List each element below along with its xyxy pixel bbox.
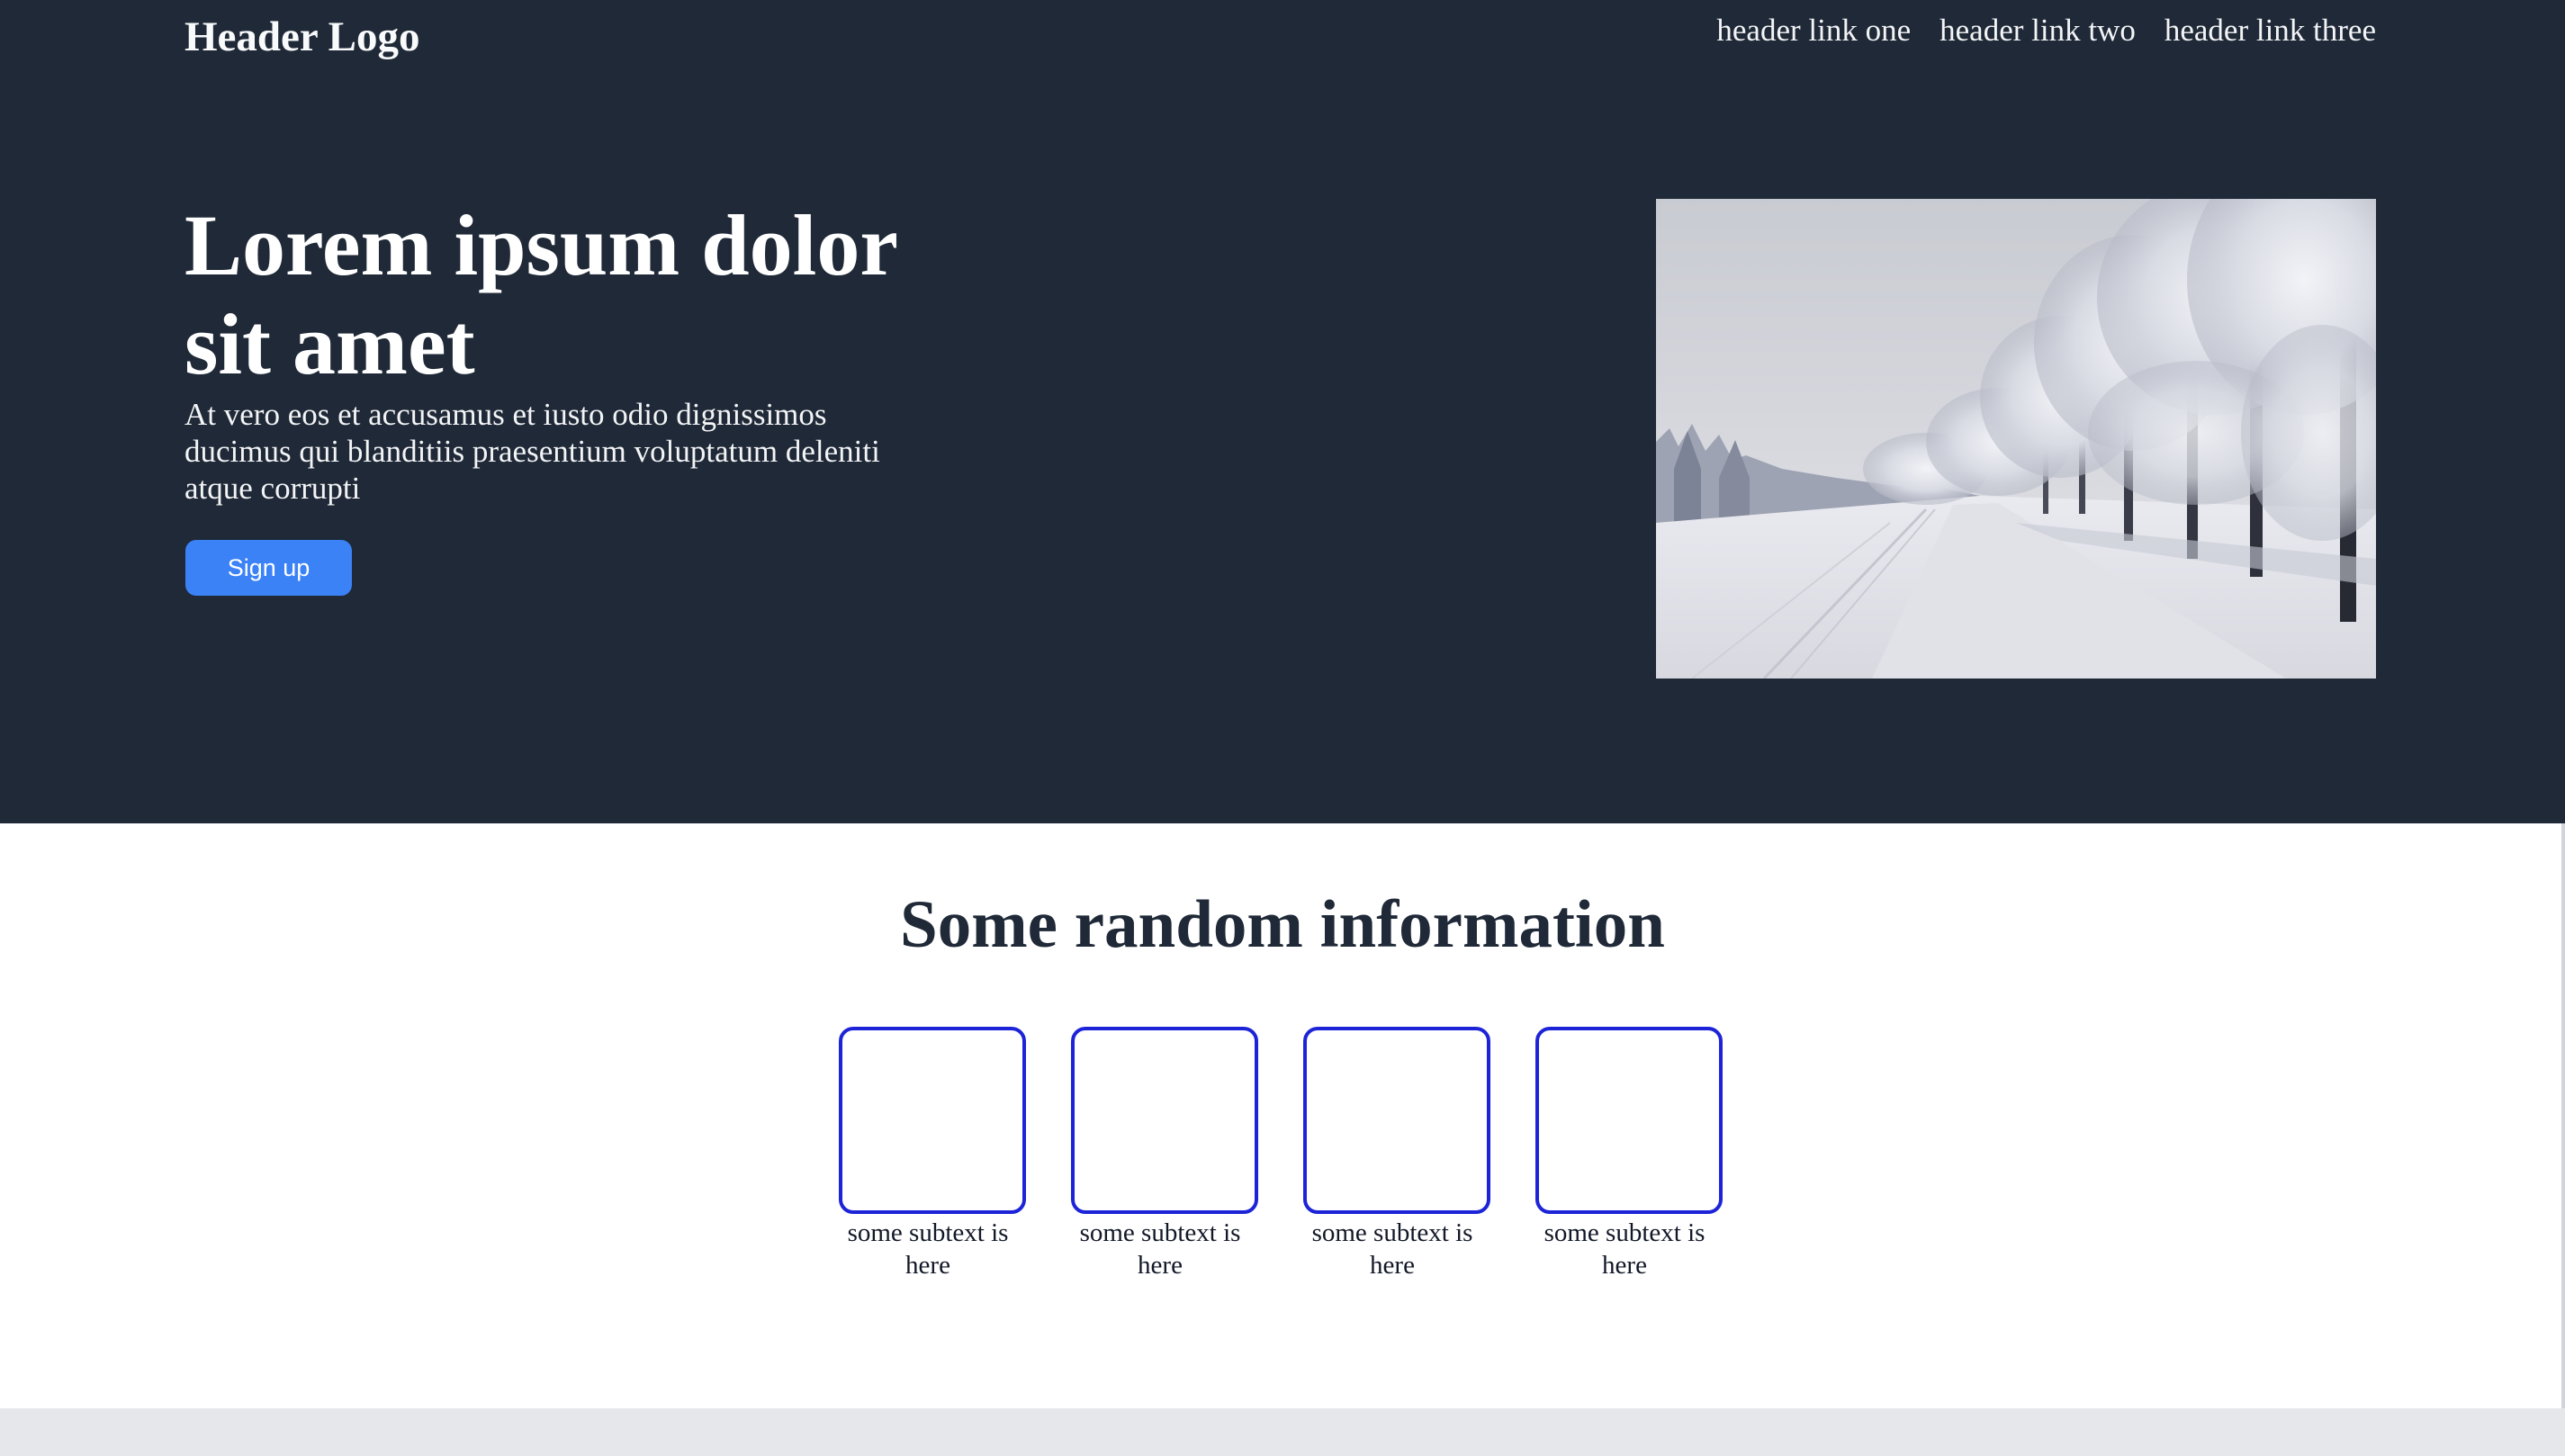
hero-image (1656, 199, 2376, 679)
info-card: some subtext is here (833, 1027, 1049, 1281)
footer (0, 1408, 2565, 1456)
info-card-caption: some subtext is here (847, 1218, 1009, 1280)
hero-section: Header Logo header link one header link … (0, 0, 2565, 823)
signup-button[interactable]: Sign up (185, 540, 352, 596)
header-link-three[interactable]: header link three (2164, 13, 2376, 49)
info-card-box[interactable] (1535, 1027, 1723, 1214)
info-card-caption: some subtext is here (1079, 1218, 1241, 1280)
hero-title: Lorem ipsum dolor sit amet (184, 197, 897, 392)
info-card-box[interactable] (1303, 1027, 1490, 1214)
info-card-box[interactable] (1071, 1027, 1258, 1214)
info-card-caption: some subtext is here (1311, 1218, 1473, 1280)
info-card: some subtext is here (1066, 1027, 1282, 1281)
info-card: some subtext is here (1298, 1027, 1514, 1281)
info-card-caption: some subtext is here (1544, 1218, 1706, 1280)
snowy-road-illustration (1656, 199, 2376, 679)
scrollbar-edge (2561, 823, 2565, 1408)
hero-description: At vero eos et accusamus et iusto odio d… (184, 397, 880, 506)
header-link-one[interactable]: header link one (1716, 13, 1911, 49)
header-nav: header link one header link two header l… (1716, 5, 2376, 56)
info-card-box[interactable] (839, 1027, 1026, 1214)
header-link-two[interactable]: header link two (1940, 13, 2136, 49)
info-card: some subtext is here (1530, 1027, 1746, 1281)
header-logo[interactable]: Header Logo (184, 5, 420, 68)
info-section-title: Some random information (900, 887, 1665, 962)
